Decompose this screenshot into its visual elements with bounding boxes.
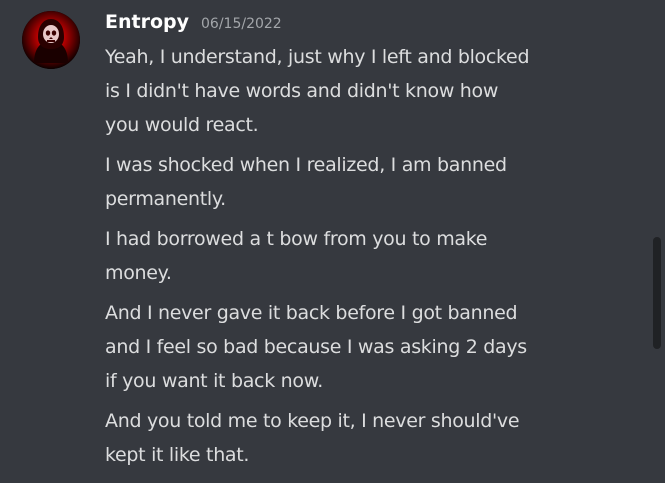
message-line: I was shocked when I realized, I am bann… [105,154,507,176]
message-item: Yeah, I understand, just why I left and … [105,40,625,142]
message-line: if you want it back now. [105,370,323,392]
red-skull-avatar-icon [22,11,80,69]
avatar[interactable] [22,11,80,69]
message-line: permanently. [105,188,226,210]
message-header: Entropy 06/15/2022 [105,11,282,37]
message-line: kept it like that. [105,444,250,466]
message-line: Yeah, I understand, just why I left and … [105,46,530,68]
message-line: I had borrowed a t bow from you to make [105,228,488,250]
message-group: Entropy 06/15/2022 Yeah, I understand, j… [0,0,648,483]
message-item: I was shocked when I realized, I am bann… [105,148,625,216]
message-line: money. [105,262,172,284]
message-line: And you told me to keep it, I never shou… [105,410,520,432]
message-item: And you told me to keep it, I never shou… [105,404,625,472]
message-list: Yeah, I understand, just why I left and … [105,40,625,478]
username[interactable]: Entropy [105,11,189,33]
message-line: you would react. [105,114,259,136]
message-item: I had borrowed a t bow from you to make … [105,222,625,290]
message-line: And I never gave it back before I got ba… [105,302,518,324]
timestamp: 06/15/2022 [201,16,282,32]
message-item: And I never gave it back before I got ba… [105,296,625,398]
message-line: is I didn't have words and didn't know h… [105,80,499,102]
scrollbar-track[interactable] [653,0,661,483]
chat-area: Entropy 06/15/2022 Yeah, I understand, j… [0,0,648,483]
message-line: and I feel so bad because I was asking 2… [105,336,527,358]
scrollbar-thumb[interactable] [653,237,661,349]
